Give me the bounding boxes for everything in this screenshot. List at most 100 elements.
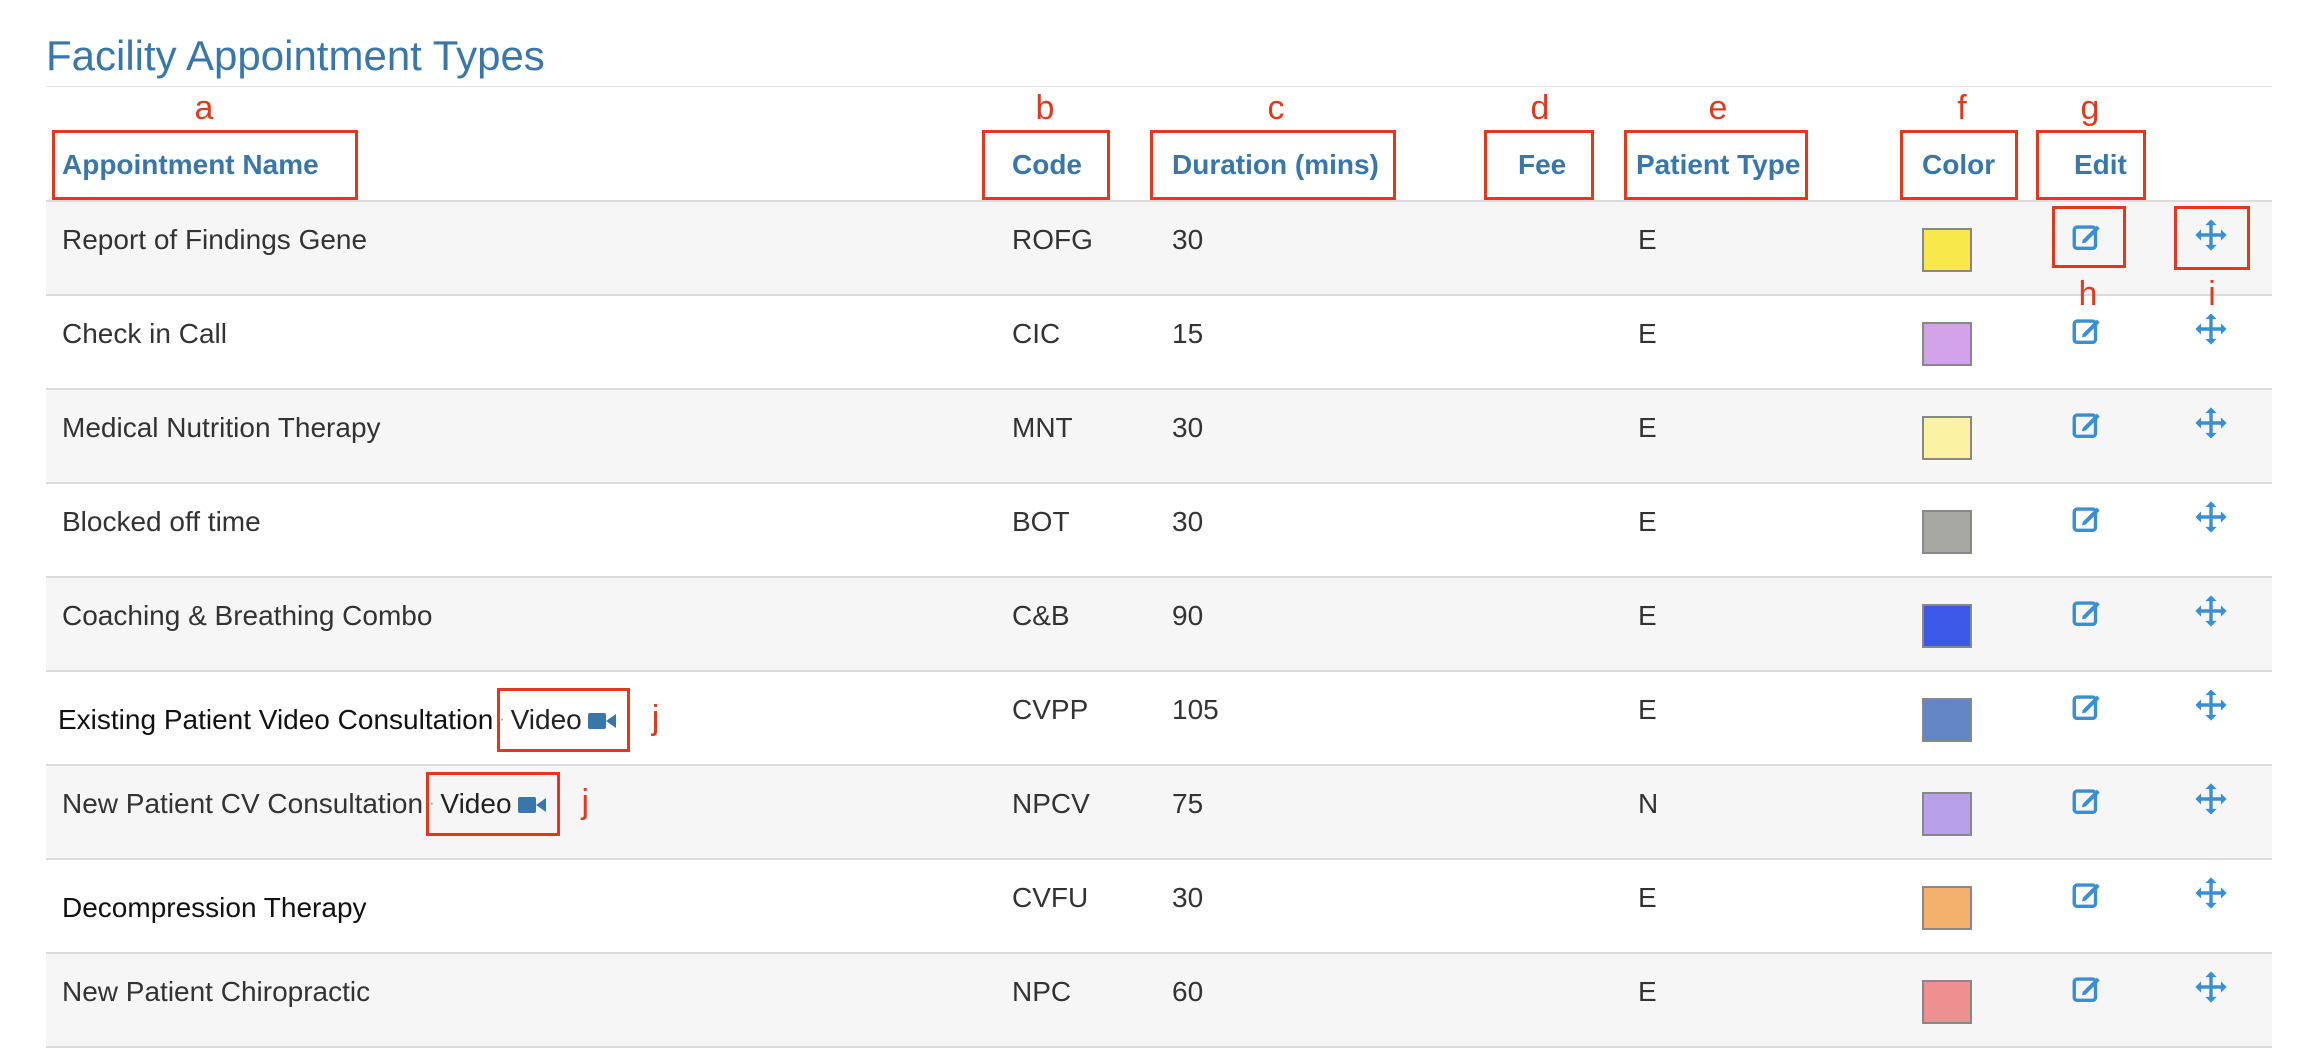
appointment-name: New Patient Chiropractic (62, 976, 371, 1007)
duration-cell: 75 (1172, 788, 1204, 819)
patient-type-cell: E (1638, 224, 1657, 255)
color-swatch (1922, 980, 1972, 1024)
duration-cell: 15 (1172, 318, 1204, 349)
annotation-box-video-tag (426, 772, 560, 836)
move-icon[interactable] (2194, 970, 2228, 1004)
duration-cell: 30 (1172, 506, 1204, 537)
annotation-letters: a b c d e f g (0, 86, 2302, 130)
code-cell: C&B (1012, 600, 1070, 631)
edit-icon[interactable] (2070, 314, 2104, 348)
color-swatch (1922, 228, 1972, 272)
code-cell: BOT (1012, 506, 1070, 537)
move-icon[interactable] (2194, 782, 2228, 816)
patient-type-cell: E (1638, 600, 1657, 631)
color-swatch (1922, 416, 1972, 460)
move-icon[interactable] (2194, 500, 2228, 534)
move-icon[interactable] (2194, 876, 2228, 910)
move-icon[interactable] (2194, 594, 2228, 628)
appointment-name: Check in Call (62, 318, 227, 349)
color-swatch (1922, 792, 1972, 836)
annotation-letter-j: j (581, 783, 590, 821)
table-row: New Patient CV Consultation · Video NPCV 75 N… (46, 766, 2272, 860)
color-swatch (1922, 698, 1972, 742)
annotation-letter-g: g (2080, 89, 2100, 127)
column-header-edit: Edit (2074, 149, 2127, 180)
patient-type-cell: E (1638, 506, 1657, 537)
table-row: Blocked off time BOT 30 E (46, 484, 2272, 578)
color-swatch (1922, 510, 1972, 554)
patient-type-cell: E (1638, 882, 1657, 913)
appointment-name: Existing Patient Video Consultation (58, 704, 494, 735)
annotation-box-move-icon (2174, 206, 2250, 270)
appointment-name: Blocked off time (62, 506, 261, 537)
patient-type-cell: N (1638, 788, 1659, 819)
annotation-box-edit-icon (2052, 206, 2126, 268)
move-icon[interactable] (2194, 406, 2228, 440)
table-row: Coaching & Breathing Combo C&B 90 E (46, 578, 2272, 672)
table-row: New Patient Chiropractic NPC 60 E (46, 954, 2272, 1048)
patient-type-cell: E (1638, 694, 1657, 725)
column-header-fee[interactable]: Fee (1518, 130, 1566, 200)
edit-icon[interactable] (2070, 972, 2104, 1006)
annotation-letter-c: c (1267, 89, 1285, 127)
edit-icon[interactable] (2070, 690, 2104, 724)
annotation-letter-f: f (1957, 89, 1967, 127)
color-swatch (1922, 886, 1972, 930)
appointment-name-cell: Report of Findings Gene (62, 222, 367, 258)
column-header-color[interactable]: Color (1922, 130, 1995, 200)
edit-icon[interactable] (2070, 596, 2104, 630)
table-row: Report of Findings Gene ROFG 30 E (46, 202, 2272, 296)
duration-cell: 30 (1172, 224, 1204, 255)
code-cell: NPCV (1012, 788, 1090, 819)
appointment-name: Medical Nutrition Therapy (62, 412, 381, 443)
table-row: Existing Patient Video Consultation · Vide… (46, 672, 2272, 766)
code-cell: NPC (1012, 976, 1072, 1007)
annotation-letter-i: i (2208, 275, 2216, 313)
column-header-name[interactable]: Appointment Name (62, 130, 319, 200)
table-row: Decompression Therapy CVFU 30 E (46, 860, 2272, 954)
column-header-patient-type[interactable]: Patient Type (1636, 130, 1800, 200)
annotation-letter-h: h (2078, 275, 2098, 313)
move-icon[interactable] (2194, 688, 2228, 722)
appointment-name: Decompression Therapy (62, 892, 367, 923)
code-cell: ROFG (1012, 224, 1093, 255)
code-cell: MNT (1012, 412, 1073, 443)
color-swatch (1922, 604, 1972, 648)
table-row: Check in Call CIC 15 E (46, 296, 2272, 390)
appointment-name-cell: Coaching & Breathing Combo (62, 598, 432, 634)
table-header: Appointment Name Code Duration (mins) Fe… (0, 130, 2302, 200)
annotation-box-video-tag (496, 688, 630, 752)
appointment-name-cell: Blocked off time (62, 504, 261, 540)
code-cell: CVFU (1012, 882, 1089, 913)
appointment-name-cell: Check in Call (62, 316, 227, 352)
column-header-duration[interactable]: Duration (mins) (1172, 130, 1379, 200)
appointment-name-cell: New Patient Chiropractic (62, 974, 370, 1010)
annotation-letter-d: d (1530, 89, 1550, 127)
annotation-letter-e: e (1708, 89, 1728, 127)
edit-icon[interactable] (2070, 502, 2104, 536)
code-cell: CIC (1012, 318, 1061, 349)
edit-icon[interactable] (2070, 408, 2104, 442)
annotation-letter-j: j (651, 699, 660, 737)
appointment-name-cell: Decompression Therapy (62, 890, 367, 926)
duration-cell: 30 (1172, 412, 1204, 443)
appointment-name: New Patient CV Consultation (62, 788, 424, 819)
edit-icon[interactable] (2070, 878, 2104, 912)
code-cell: CVPP (1012, 694, 1089, 725)
color-swatch (1922, 322, 1972, 366)
patient-type-cell: E (1638, 976, 1657, 1007)
annotation-letter-a: a (194, 89, 214, 127)
page-title: Facility Appointment Types (46, 32, 545, 79)
duration-cell: 30 (1172, 882, 1204, 913)
duration-cell: 60 (1172, 976, 1204, 1007)
duration-cell: 90 (1172, 600, 1204, 631)
column-header-code[interactable]: Code (1012, 130, 1082, 200)
annotation-letter-b: b (1035, 89, 1055, 127)
move-icon[interactable] (2194, 312, 2228, 346)
edit-icon[interactable] (2070, 784, 2104, 818)
appointment-name: Coaching & Breathing Combo (62, 600, 433, 631)
patient-type-cell: E (1638, 318, 1657, 349)
appointment-name-cell: Medical Nutrition Therapy (62, 410, 381, 446)
appointment-name: Report of Findings Gene (62, 224, 368, 255)
duration-cell: 105 (1172, 694, 1219, 725)
